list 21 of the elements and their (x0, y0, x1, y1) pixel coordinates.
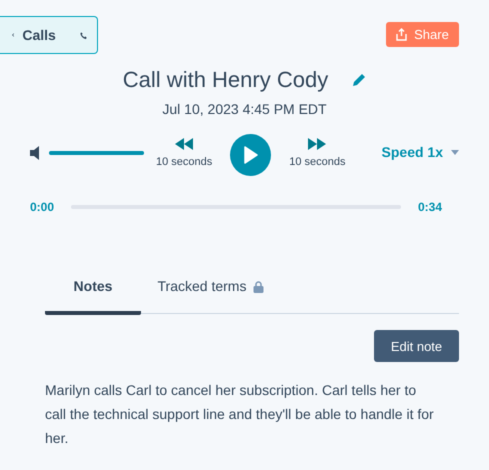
tab[interactable]: Notes (45, 276, 141, 316)
forward-button[interactable]: 10 seconds (289, 138, 346, 171)
chevron-icon (12, 31, 14, 39)
volume-slider[interactable] (49, 151, 144, 156)
tab[interactable]: Tracked terms (141, 276, 281, 316)
elapsed-time: 0:00 (30, 199, 54, 216)
share-icon (396, 28, 408, 41)
caret-icon (451, 150, 459, 156)
note-text: Marilyn calls Carl to cancel her subscription. Carl tells her to call the technical support line and they'll be able to handle it for her. (45, 381, 435, 448)
call-date: Jul 10, 2023 4:45 PM EDT (161, 100, 328, 120)
lock-icon (253, 280, 264, 293)
duration-time: 0:34 (418, 199, 442, 216)
call-title: Call with Henry Cody (122, 67, 328, 94)
back-button[interactable]: Calls (0, 16, 98, 54)
rewind-icon (175, 138, 194, 150)
play-button[interactable] (230, 134, 272, 176)
pencil-icon[interactable] (352, 73, 366, 88)
rewind-button[interactable]: 10 seconds (156, 138, 212, 171)
fast-forward-icon (308, 138, 326, 150)
play-icon (244, 146, 258, 164)
edit-note-button[interactable]: Edit note (374, 330, 459, 362)
